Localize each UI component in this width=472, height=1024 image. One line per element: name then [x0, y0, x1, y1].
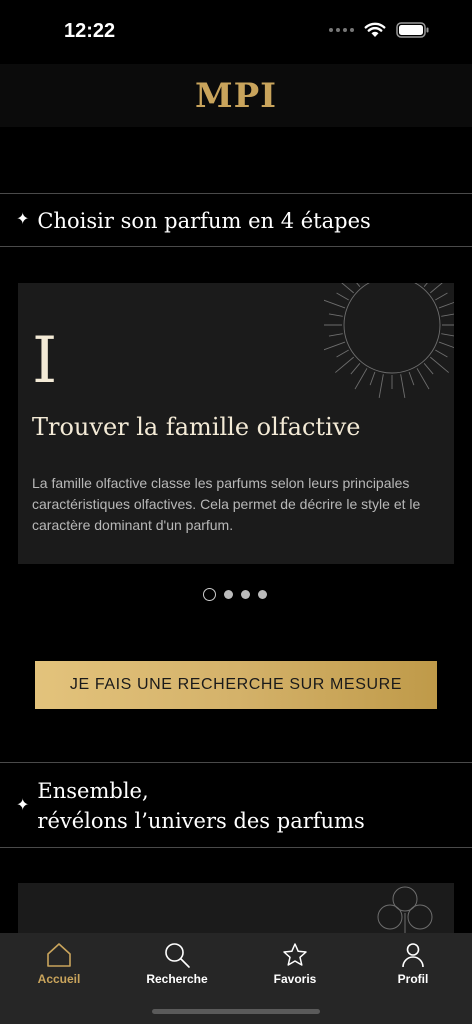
pager-dot[interactable]: [258, 590, 267, 599]
sparkle-icon: ✦: [16, 797, 30, 814]
sparkle-icon: ✦: [16, 211, 30, 228]
divider: [0, 246, 472, 247]
status-icons: [329, 22, 430, 38]
app-header: MPI: [0, 64, 472, 127]
battery-icon: [396, 22, 429, 38]
profile-icon: [402, 943, 424, 968]
step-title: Trouver la famille olfactive: [32, 413, 361, 441]
section-universe-line1: Ensemble,: [37, 779, 149, 803]
home-icon: [47, 943, 71, 967]
home-indicator: [152, 1009, 320, 1014]
star-icon: [283, 943, 307, 966]
section-steps-title: ✦ Choisir son parfum en 4 étapes: [16, 206, 371, 236]
step-description: La famille olfactive classe les parfums …: [32, 475, 421, 533]
search-icon: [165, 943, 190, 968]
section-steps-text: Choisir son parfum en 4 étapes: [37, 209, 371, 233]
divider: [0, 193, 472, 194]
app-logo: MPI: [194, 75, 278, 116]
tab-label: Recherche: [146, 972, 208, 986]
custom-search-button[interactable]: JE FAIS UNE RECHERCHE SUR MESURE: [35, 661, 437, 709]
tab-favoris[interactable]: Favoris: [245, 941, 345, 986]
step-numeral: I: [32, 324, 58, 398]
tab-label: Favoris: [273, 972, 317, 986]
pager-dot[interactable]: [203, 588, 216, 601]
tab-label: Profil: [397, 972, 429, 986]
status-bar: 12:22: [0, 0, 472, 64]
divider: [0, 762, 472, 763]
divider: [0, 847, 472, 848]
section-universe-line2: révélons l’univers des parfums: [37, 809, 365, 833]
step-card[interactable]: I Trouver la famille olfactive La famill…: [18, 283, 454, 564]
tab-label: Accueil: [37, 972, 81, 986]
pager-dot[interactable]: [241, 590, 250, 599]
tab-recherche[interactable]: Recherche: [127, 941, 227, 986]
pager-dot[interactable]: [224, 590, 233, 599]
status-time: 12:22: [64, 20, 116, 42]
sun-ornament-icon: [324, 283, 454, 398]
carousel-pager[interactable]: [203, 588, 267, 601]
club-ornament-icon: [377, 886, 433, 939]
signal-dots-icon: [329, 28, 354, 32]
wifi-icon: [364, 22, 386, 37]
section-universe-title: ✦ Ensemble, révélons l’univers des parfu…: [16, 776, 365, 836]
tab-profil[interactable]: Profil: [363, 941, 463, 986]
tab-accueil[interactable]: Accueil: [9, 941, 109, 986]
